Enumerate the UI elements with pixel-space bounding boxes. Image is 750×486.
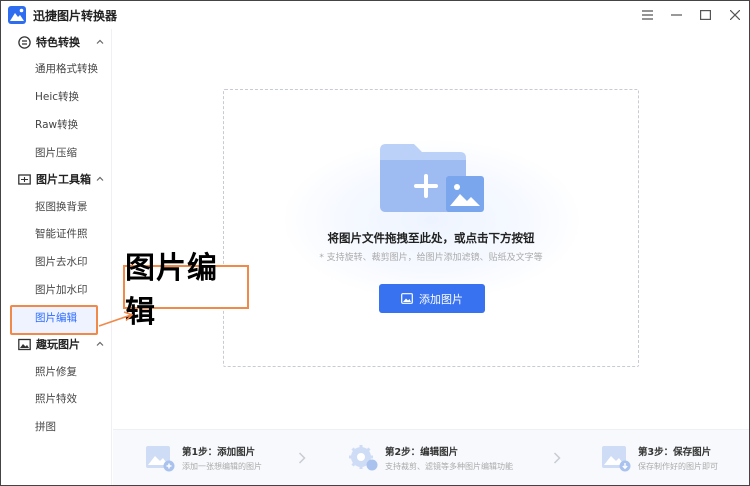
sidebar-item-id-photo[interactable]: 智能证件照: [1, 220, 111, 248]
sidebar-item-label: Raw转换: [35, 118, 79, 131]
sidebar-item-add-watermark[interactable]: 图片加水印: [1, 276, 111, 304]
sidebar-item-remove-watermark[interactable]: 图片去水印: [1, 248, 111, 276]
chevron-right-icon: [553, 452, 561, 464]
chevron-up-icon[interactable]: [96, 340, 104, 348]
add-image-button-label: 添加图片: [419, 292, 463, 306]
sidebar-item-image-edit[interactable]: 图片编辑: [1, 303, 111, 331]
sidebar: 特色转换 通用格式转换 Heic转换 Raw转换 图片压缩 图片工具箱 抠图换背…: [1, 29, 112, 485]
sidebar-item-label: Heic转换: [35, 91, 80, 104]
maximize-icon[interactable]: [691, 1, 720, 29]
sidebar-item-photo-effects[interactable]: 照片特效: [1, 385, 111, 413]
sidebar-group-label: 图片工具箱: [36, 173, 91, 187]
window-controls: [633, 1, 749, 29]
sidebar-item-label: 照片修复: [35, 365, 77, 378]
minimize-icon[interactable]: [662, 1, 691, 29]
sidebar-item-collage[interactable]: 拼图: [1, 413, 111, 441]
chevron-right-icon: [298, 452, 306, 464]
edit-settings-step-icon: [349, 445, 378, 471]
sidebar-item-label: 图片加水印: [35, 283, 88, 296]
sidebar-item-raw[interactable]: Raw转换: [1, 111, 111, 139]
step-description: 保存制作好的图片即可: [638, 462, 718, 471]
picture-icon: [401, 293, 413, 304]
step-description: 添加一张想编辑的图片: [182, 462, 262, 471]
step-title: 第2步：编辑图片: [385, 447, 459, 458]
app-window: 迅捷图片转换器 特色转换 通用格式转换 Heic转换 Raw转换 图片压缩 图片…: [0, 0, 750, 486]
sidebar-item-cutout[interactable]: 抠图换背景: [1, 192, 111, 220]
step-3: 第3步：保存图片 保存制作好的图片即可: [601, 430, 718, 485]
menu-icon[interactable]: [633, 1, 662, 29]
title-bar: 迅捷图片转换器: [1, 1, 749, 29]
sidebar-item-label: 照片特效: [35, 393, 77, 406]
app-logo-icon: [8, 6, 26, 24]
sidebar-item-label: 智能证件照: [35, 228, 88, 241]
sidebar-item-label: 图片去水印: [35, 256, 88, 269]
step-1: 第1步：添加图片 添加一张想编辑的图片: [145, 430, 262, 485]
callout-arrow-icon: [98, 311, 133, 327]
sidebar-item-general-format[interactable]: 通用格式转换: [1, 55, 111, 83]
sidebar-item-label: 通用格式转换: [35, 63, 98, 76]
drop-zone-subtitle: * 支持旋转、裁剪图片，给图片添加滤镜、贴纸及文字等: [319, 253, 543, 263]
toolbox-icon: [18, 173, 31, 186]
callout-label: 图片编辑: [123, 251, 249, 330]
sidebar-group-toolbox[interactable]: 图片工具箱: [1, 166, 111, 192]
save-image-step-icon: [602, 446, 631, 472]
convert-icon: [18, 35, 31, 49]
chevron-up-icon[interactable]: [96, 175, 104, 183]
chevron-up-icon[interactable]: [96, 38, 104, 46]
step-description: 支持裁剪、滤镜等多种图片编辑功能: [385, 462, 513, 471]
step-title: 第1步：添加图片: [182, 447, 256, 458]
file-drop-zone[interactable]: 将图片文件拖拽至此处，或点击下方按钮 * 支持旋转、裁剪图片，给图片添加滤镜、贴…: [223, 89, 639, 367]
close-icon[interactable]: [720, 1, 749, 29]
sidebar-item-heic[interactable]: Heic转换: [1, 83, 111, 111]
add-folder-illustration-icon: [380, 144, 484, 212]
drop-zone-title: 将图片文件拖拽至此处，或点击下方按钮: [327, 231, 535, 245]
sidebar-group-special-convert[interactable]: 特色转换: [1, 29, 111, 55]
app-title: 迅捷图片转换器: [33, 8, 118, 23]
sidebar-group-fun[interactable]: 趣玩图片: [1, 331, 111, 357]
add-image-step-icon: [146, 446, 175, 472]
sidebar-item-label: 图片编辑: [35, 311, 77, 324]
sidebar-item-label: 图片压缩: [35, 146, 77, 159]
sidebar-group-label: 特色转换: [36, 36, 80, 49]
sidebar-item-photo-repair[interactable]: 照片修复: [1, 357, 111, 385]
sidebar-item-label: 拼图: [35, 421, 56, 434]
sidebar-item-compress[interactable]: 图片压缩: [1, 138, 111, 166]
sidebar-item-label: 抠图换背景: [35, 200, 88, 213]
step-title: 第3步：保存图片: [638, 447, 712, 458]
steps-bar: 第1步：添加图片 添加一张想编辑的图片 第2步：编辑图片 支持裁剪、滤镜等多种图…: [113, 429, 749, 485]
sidebar-group-label: 趣玩图片: [36, 338, 80, 352]
image-icon: [18, 338, 31, 351]
step-2: 第2步：编辑图片 支持裁剪、滤镜等多种图片编辑功能: [348, 430, 513, 485]
add-image-button[interactable]: 添加图片: [379, 284, 485, 313]
